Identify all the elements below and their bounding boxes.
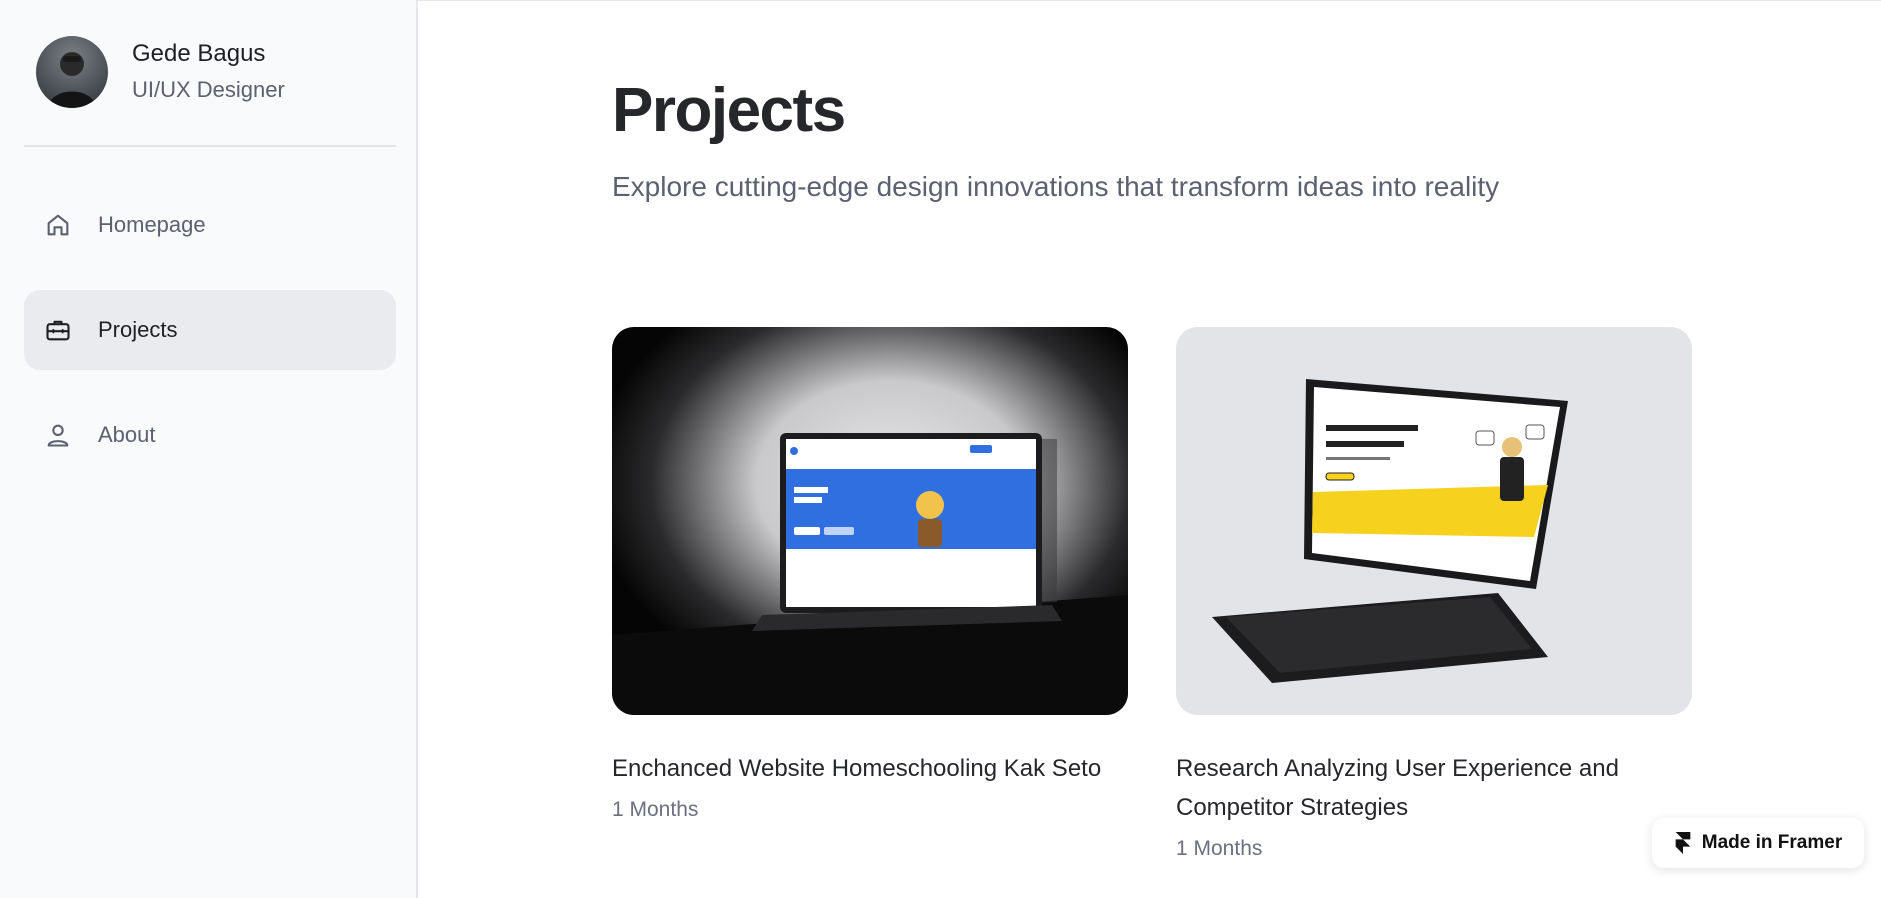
page-title: Projects	[612, 76, 846, 145]
sidebar-item-label: Projects	[98, 317, 178, 342]
project-card[interactable]: Research Analyzing User Experience and C…	[1176, 327, 1692, 861]
briefcase-icon	[42, 314, 74, 346]
project-image	[1176, 327, 1692, 715]
project-title: Research Analyzing User Experience and C…	[1176, 755, 1619, 821]
profile-role: UI/UX Designer	[132, 77, 285, 103]
profile: Gede Bagus UI/UX Designer	[36, 36, 285, 108]
page-subtitle: Explore cutting-edge design innovations …	[612, 171, 1500, 202]
project-card[interactable]: Enchanced Website Homeschooling Kak Seto…	[612, 327, 1128, 822]
sidebar-item-homepage[interactable]: Homepage	[24, 185, 396, 265]
home-icon	[42, 209, 74, 241]
made-in-framer-badge[interactable]: Made in Framer	[1652, 818, 1864, 868]
project-duration: 1 Months	[612, 798, 699, 821]
main-content: Projects Explore cutting-edge design inn…	[418, 0, 1881, 898]
made-in-framer-label: Made in Framer	[1701, 832, 1843, 853]
sidebar-item-projects[interactable]: Projects	[24, 290, 396, 370]
project-image	[612, 327, 1128, 715]
profile-name: Gede Bagus	[132, 40, 266, 68]
sidebar-item-label: Homepage	[98, 212, 206, 237]
sidebar-divider	[24, 145, 396, 147]
sidebar-item-about[interactable]: About	[24, 395, 396, 475]
sidebar: Gede Bagus UI/UX Designer Homepage Proje…	[0, 0, 418, 898]
project-duration: 1 Months	[1176, 837, 1263, 860]
user-icon	[42, 419, 74, 451]
project-title: Enchanced Website Homeschooling Kak Seto	[612, 755, 1102, 782]
sidebar-item-label: About	[98, 422, 156, 447]
avatar	[36, 36, 108, 108]
framer-logo-icon	[1674, 832, 1692, 854]
